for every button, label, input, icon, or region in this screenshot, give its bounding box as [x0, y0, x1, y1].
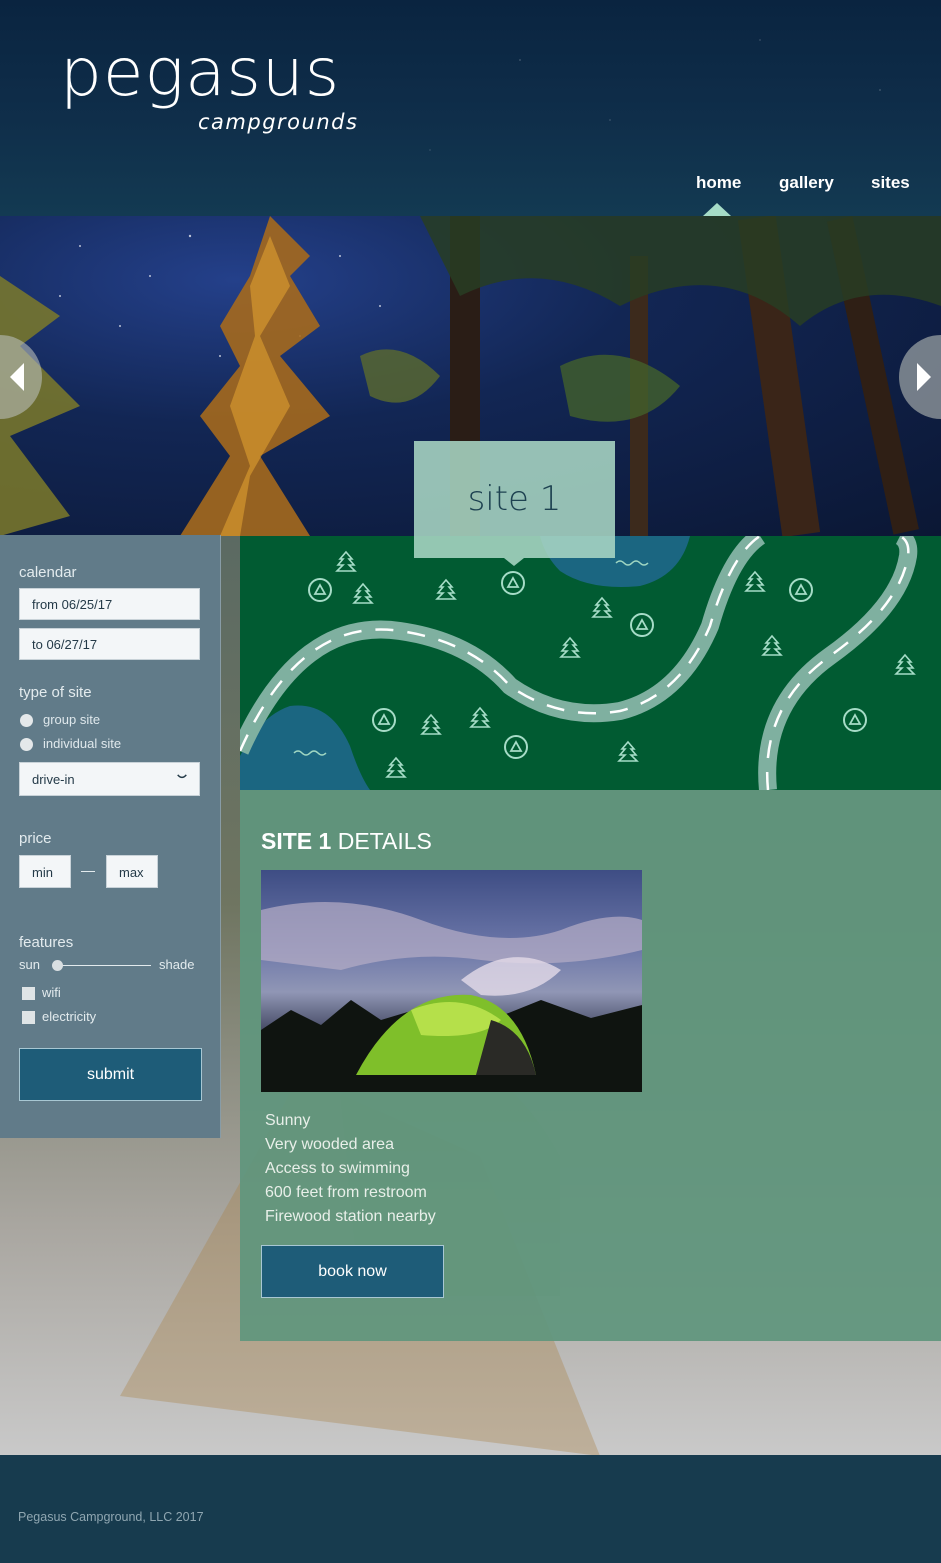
tree-icon [762, 635, 782, 656]
radio-individual-site[interactable]: individual site [20, 736, 122, 752]
logo-tagline: campgrounds [198, 110, 359, 134]
radio-icon[interactable] [20, 738, 33, 752]
campsite-icon [372, 708, 396, 732]
site-details-panel: SITE 1 DETAILS Sunny Very wooded area Ac… [240, 790, 941, 1341]
date-from-input[interactable]: from 06/25/17 [19, 588, 200, 620]
site-feature-list: Sunny Very wooded area Access to swimmin… [265, 1109, 436, 1229]
campsite-icon [843, 708, 867, 732]
campsite-icon [630, 613, 654, 637]
slider-track[interactable] [59, 965, 151, 966]
features-label: features [19, 934, 74, 951]
checkbox-icon[interactable] [22, 987, 35, 1001]
tree-icon [436, 579, 456, 600]
callout-pointer [504, 558, 524, 566]
active-nav-indicator [703, 203, 731, 216]
site-photo [261, 870, 642, 1092]
checkbox-label: wifi [42, 985, 61, 1000]
list-item: Firewood station nearby [265, 1208, 436, 1225]
book-now-button[interactable]: book now [261, 1245, 444, 1298]
list-item: Access to swimming [265, 1160, 410, 1177]
nav-home[interactable]: home [696, 173, 741, 193]
checkbox-label: electricity [42, 1009, 97, 1024]
tree-icon [895, 654, 915, 675]
slider-max-label: shade [159, 957, 195, 972]
tree-icon [353, 583, 373, 604]
price-max-input[interactable]: max [106, 855, 158, 888]
campsite-icon [308, 578, 332, 602]
radio-icon[interactable] [20, 714, 33, 728]
checkbox-electricity[interactable]: electricity [22, 1009, 97, 1025]
site-footer: Pegasus Campground, LLC 2017 [0, 1455, 941, 1563]
nav-sites[interactable]: sites [871, 173, 910, 193]
calendar-label: calendar [19, 564, 77, 581]
list-item: 600 feet from restroom [265, 1184, 427, 1201]
site-label-callout: site 1 [414, 441, 615, 558]
nav-gallery[interactable]: gallery [779, 173, 834, 193]
tree-icon [421, 714, 441, 735]
select-value: drive-in [32, 772, 75, 787]
chevron-down-icon [177, 774, 187, 779]
radio-group-site[interactable]: group site [20, 712, 101, 728]
price-range-dash [81, 871, 95, 872]
price-label: price [19, 830, 52, 847]
campsite-icon [504, 735, 528, 759]
slider-handle[interactable] [52, 960, 63, 971]
tree-icon [470, 707, 490, 728]
radio-label: individual site [43, 736, 122, 751]
tree-icon [745, 571, 765, 592]
radio-label: group site [43, 712, 101, 727]
campground-map[interactable] [240, 536, 941, 790]
site-header: pegasus campgrounds home gallery sites [0, 0, 941, 216]
arrow-left-icon [10, 363, 24, 391]
tree-icon [618, 741, 638, 762]
details-heading-bold: SITE 1 [261, 828, 332, 854]
campsite-icon [501, 571, 525, 595]
access-type-select[interactable]: drive-in [19, 762, 200, 796]
site-type-label: type of site [19, 684, 92, 701]
tree-icon [560, 637, 580, 658]
list-item: Very wooded area [265, 1136, 394, 1153]
footer-copyright: Pegasus Campground, LLC 2017 [18, 1510, 204, 1524]
slider-min-label: sun [19, 957, 40, 972]
tree-icon [592, 597, 612, 618]
tree-icon [336, 551, 356, 572]
list-item: Sunny [265, 1112, 311, 1129]
campsite-icon [789, 578, 813, 602]
details-heading: SITE 1 DETAILS [261, 828, 432, 855]
tree-icon [386, 757, 406, 778]
logo-wordmark[interactable]: pegasus [60, 40, 340, 106]
search-sidebar: calendar from 06/25/17 to 06/27/17 type … [0, 535, 221, 1138]
checkbox-icon[interactable] [22, 1011, 35, 1025]
price-min-input[interactable]: min [19, 855, 71, 888]
arrow-right-icon [917, 363, 931, 391]
details-heading-rest: DETAILS [331, 828, 432, 854]
date-to-input[interactable]: to 06/27/17 [19, 628, 200, 660]
submit-button[interactable]: submit [19, 1048, 202, 1101]
checkbox-wifi[interactable]: wifi [22, 985, 61, 1001]
